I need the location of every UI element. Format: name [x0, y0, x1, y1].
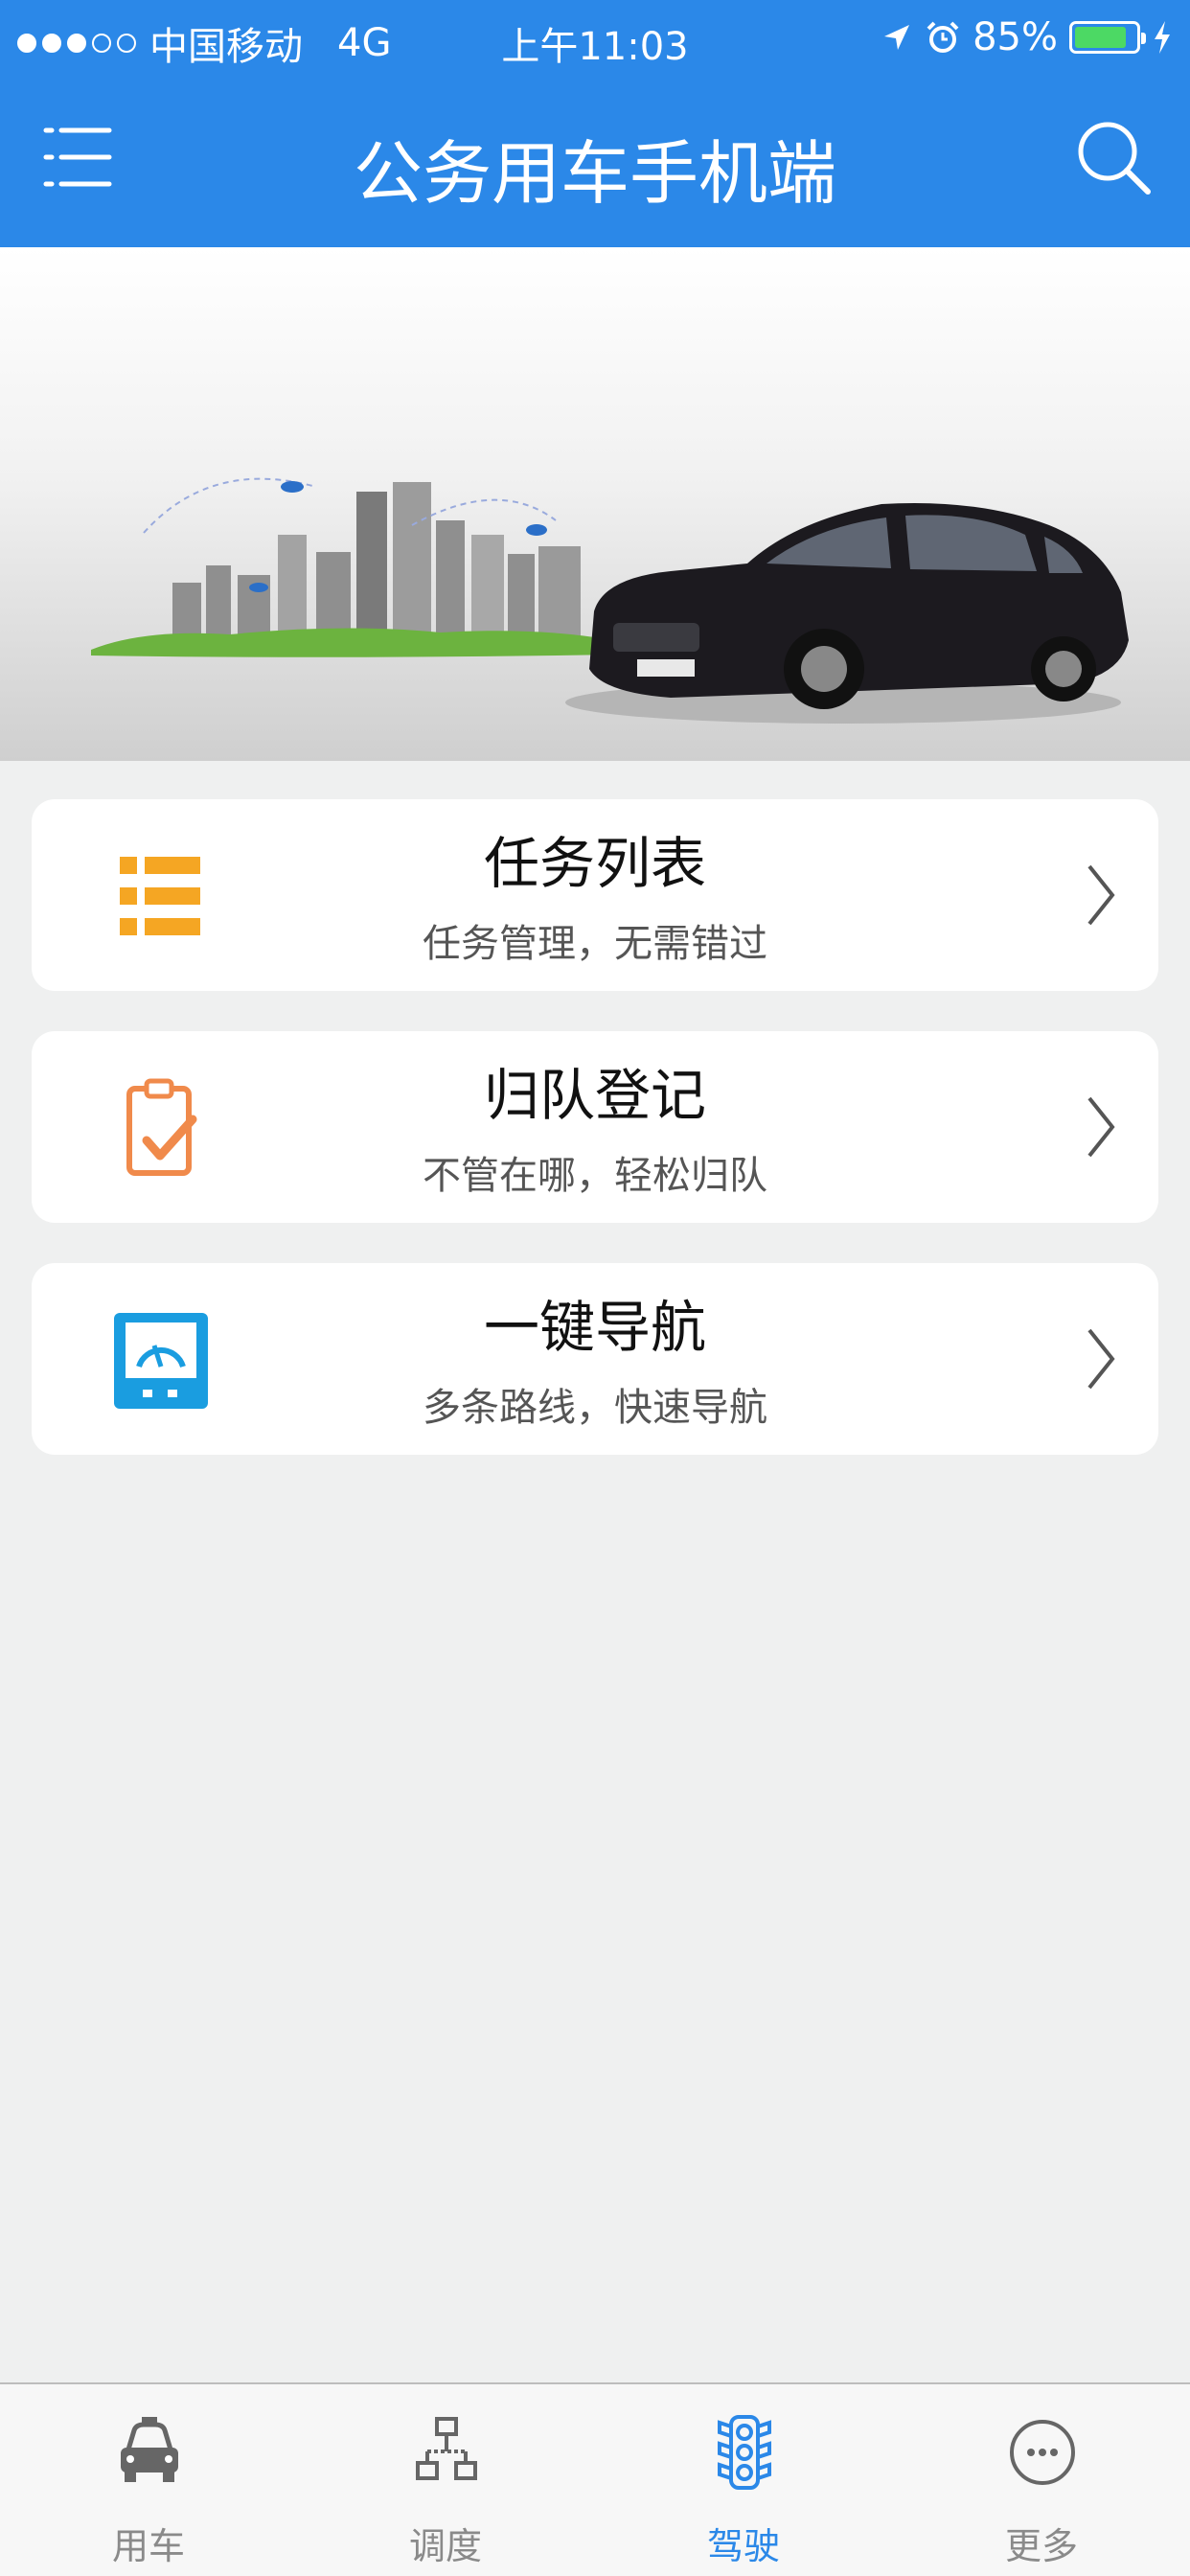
tab-label: 驾驶 [706, 2525, 780, 2567]
alarm-clock-icon [927, 21, 959, 53]
car-image [565, 502, 1129, 724]
return-registration-card[interactable]: 归队登记 不管在哪，轻松归队 [32, 1031, 1158, 1223]
card-subtitle: 多条路线，快速导航 [423, 1386, 767, 1430]
chevron-right-icon [1087, 1328, 1115, 1390]
card-title: 任务列表 [483, 831, 706, 896]
battery-icon [1069, 21, 1146, 54]
tab-more[interactable]: 更多 [893, 2384, 1190, 2576]
page-title: 公务用车手机端 [353, 133, 836, 214]
status-bar: 中国移动 4G 上午11:03 85% [0, 0, 1190, 80]
tab-dispatch[interactable]: 调度 [297, 2384, 594, 2576]
dispatch-network-icon [416, 2417, 477, 2480]
car-icon [121, 2417, 178, 2482]
tab-label: 调度 [408, 2525, 482, 2567]
location-arrow-icon [884, 25, 910, 50]
card-subtitle: 不管在哪，轻松归队 [423, 1154, 767, 1198]
tab-label: 用车 [111, 2525, 185, 2567]
card-subtitle: 任务管理，无需错过 [423, 922, 767, 966]
navigation-bar: 公务用车手机端 [0, 80, 1190, 247]
tab-driving[interactable]: 驾驶 [595, 2384, 892, 2576]
charging-bolt-icon [1155, 21, 1170, 54]
one-key-navigation-card[interactable]: 一键导航 多条路线，快速导航 [32, 1263, 1158, 1455]
banner-image [0, 247, 1190, 761]
tab-bar: 用车 调度 驾驶 更多 [0, 2382, 1190, 2576]
card-title: 归队登记 [483, 1063, 706, 1128]
status-right: 85% [881, 15, 1173, 59]
traffic-light-icon [718, 2415, 771, 2490]
chevron-right-icon [1087, 1096, 1115, 1158]
search-icon[interactable] [1065, 109, 1161, 205]
more-icon [1010, 2420, 1075, 2485]
city-car-illustration [91, 477, 1129, 724]
tab-use-car[interactable]: 用车 [0, 2384, 297, 2576]
card-title: 一键导航 [483, 1295, 706, 1360]
task-list-card[interactable]: 任务列表 任务管理，无需错过 [32, 799, 1158, 991]
chevron-right-icon [1087, 864, 1115, 926]
battery-percent: 85% [973, 15, 1058, 59]
tab-label: 更多 [1004, 2525, 1078, 2567]
